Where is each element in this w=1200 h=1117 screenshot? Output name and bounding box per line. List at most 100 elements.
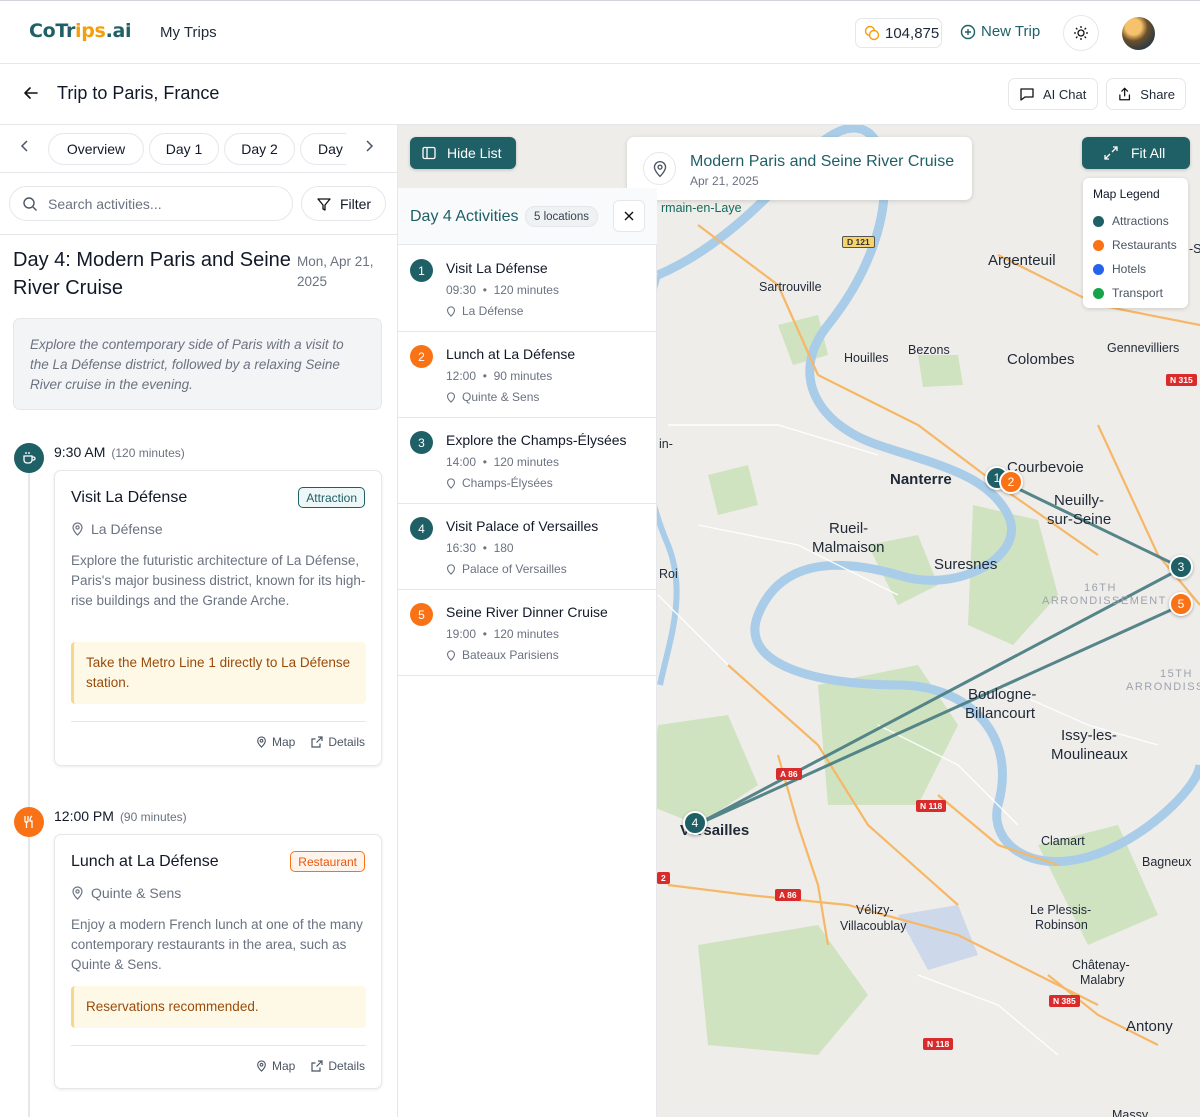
coins-icon bbox=[864, 25, 880, 41]
road-shield: N 118 bbox=[916, 800, 947, 812]
filter-label: Filter bbox=[339, 195, 372, 212]
selected-trip-card: Modern Paris and Seine River Cruise Apr … bbox=[627, 137, 972, 200]
activity-list-item[interactable]: 4 Visit Palace of Versailles 16:30 • 180… bbox=[398, 503, 657, 590]
sidebar-icon bbox=[422, 146, 436, 160]
tab-day-2[interactable]: Day 2 bbox=[224, 133, 295, 165]
tabs-next-button[interactable] bbox=[362, 139, 376, 156]
location-text: Quinte & Sens bbox=[462, 390, 540, 404]
map-label: Suresnes bbox=[934, 556, 998, 573]
legend-label: Transport bbox=[1112, 286, 1163, 300]
map-marker-2[interactable]: 2 bbox=[999, 470, 1023, 494]
ai-chat-button[interactable]: AI Chat bbox=[1008, 78, 1098, 110]
hide-list-label: Hide List bbox=[447, 145, 502, 161]
road-shield: A 86 bbox=[775, 889, 801, 901]
theme-toggle-button[interactable] bbox=[1063, 15, 1099, 51]
road-shield: N 315 bbox=[1166, 374, 1197, 386]
map-link-label: Map bbox=[271, 735, 296, 749]
legend-swatch bbox=[1093, 239, 1104, 251]
activity-list-item[interactable]: 5 Seine River Dinner Cruise 19:00 • 120 … bbox=[398, 589, 657, 676]
map-marker-3[interactable]: 3 bbox=[1169, 555, 1193, 579]
hide-list-button[interactable]: Hide List bbox=[410, 137, 516, 169]
activity-number: 1 bbox=[410, 259, 433, 282]
activity-description: Enjoy a modern French lunch at one of th… bbox=[71, 917, 363, 972]
close-icon bbox=[624, 211, 634, 221]
activities-header: Day 4 Activities 5 locations bbox=[398, 188, 657, 245]
details-link[interactable]: Details bbox=[311, 735, 365, 749]
itinerary-panel: Overview Day 1 Day 2 Day Search activiti… bbox=[0, 125, 398, 1117]
activity-duration: 90 minutes bbox=[493, 369, 553, 383]
map-marker-5[interactable]: 5 bbox=[1169, 592, 1193, 616]
map-label: Nanterre bbox=[890, 471, 952, 488]
close-activities-button[interactable] bbox=[613, 200, 645, 232]
share-button[interactable]: Share bbox=[1106, 78, 1186, 110]
activity-location: La Défense bbox=[446, 304, 523, 318]
map-label: Châtenay- bbox=[1072, 958, 1130, 972]
activity-list-item[interactable]: 3 Explore the Champs-Élysées 14:00 • 120… bbox=[398, 417, 657, 504]
divider bbox=[0, 234, 397, 235]
map-link[interactable]: Map bbox=[256, 735, 295, 749]
filter-button[interactable]: Filter bbox=[301, 186, 386, 221]
activity-card[interactable]: Lunch at La Défense Restaurant Quinte & … bbox=[54, 834, 382, 1089]
map-pin-icon bbox=[257, 1060, 266, 1072]
activity-list-item[interactable]: 2 Lunch at La Défense 12:00 • 90 minutes… bbox=[398, 331, 657, 418]
tab-day-partial[interactable]: Day bbox=[300, 133, 346, 165]
activity-number: 2 bbox=[410, 345, 433, 368]
activity-title: Seine River Dinner Cruise bbox=[446, 604, 608, 620]
selected-trip-title: Modern Paris and Seine River Cruise bbox=[690, 153, 955, 170]
map-marker-4[interactable]: 4 bbox=[683, 811, 707, 835]
selected-trip-date: Apr 21, 2025 bbox=[690, 174, 759, 188]
locations-count-badge: 5 locations bbox=[525, 206, 598, 227]
activity-location: Champs-Élysées bbox=[446, 476, 553, 490]
activity-card[interactable]: Visit La Défense Attraction La Défense E… bbox=[54, 470, 382, 766]
tabs-prev-button[interactable] bbox=[18, 139, 32, 156]
tab-day-1[interactable]: Day 1 bbox=[149, 133, 219, 165]
map-view[interactable]: rmain-en-Laye Sartrouville Argenteuil Ho… bbox=[398, 125, 1200, 1117]
duration-label: (90 minutes) bbox=[119, 810, 187, 824]
activity-time: 19:00 bbox=[446, 627, 477, 641]
activity-title: Visit Palace of Versailles bbox=[446, 518, 599, 534]
tab-overview[interactable]: Overview bbox=[48, 133, 144, 165]
details-link[interactable]: Details bbox=[311, 1059, 365, 1073]
filter-icon bbox=[317, 197, 331, 211]
nav-my-trips[interactable]: My Trips bbox=[160, 24, 217, 41]
logo[interactable]: CoTrips.ai bbox=[29, 20, 132, 42]
map-label: Bezons bbox=[908, 343, 950, 357]
card-actions: Map Details bbox=[256, 735, 365, 749]
map-label: Malmaison bbox=[812, 539, 885, 556]
new-trip-button[interactable]: New Trip bbox=[960, 23, 1040, 40]
category-badge: Restaurant bbox=[290, 851, 365, 872]
activity-title: Lunch at La Défense bbox=[71, 853, 219, 870]
map-label: Sartrouville bbox=[759, 280, 822, 294]
legend-item: Attractions bbox=[1093, 209, 1178, 233]
points-badge[interactable]: 104,875 bbox=[855, 18, 942, 48]
activity-title: Visit La Défense bbox=[446, 260, 548, 276]
timeline-line bbox=[28, 470, 30, 1117]
map-label: Argenteuil bbox=[988, 252, 1056, 269]
search-placeholder: Search activities... bbox=[48, 195, 162, 212]
activity-duration: 180 bbox=[493, 541, 514, 555]
search-input[interactable]: Search activities... bbox=[9, 186, 293, 221]
chevron-right-icon bbox=[366, 140, 374, 152]
activity-duration: 120 minutes bbox=[493, 627, 559, 641]
activity-location: Quinte & Sens bbox=[446, 390, 539, 404]
new-trip-label: New Trip bbox=[981, 23, 1041, 40]
back-button[interactable] bbox=[22, 84, 40, 107]
road-shield: 2 bbox=[657, 872, 670, 884]
share-icon bbox=[1119, 87, 1131, 101]
map-label: Vélizy- bbox=[856, 903, 894, 917]
map-label: Le Plessis- bbox=[1030, 903, 1092, 917]
activity-meta: 14:00 • 120 minutes bbox=[446, 455, 559, 469]
activity-time: 14:00 bbox=[446, 455, 477, 469]
activity-time: 09:30 bbox=[446, 283, 477, 297]
avatar[interactable] bbox=[1122, 17, 1155, 50]
legend-swatch bbox=[1093, 263, 1104, 275]
activity-list-item[interactable]: 1 Visit La Défense 09:30 • 120 minutes L… bbox=[398, 245, 657, 332]
sun-icon bbox=[1074, 26, 1088, 40]
duration-label: (120 minutes) bbox=[111, 446, 185, 460]
map-label: Billancourt bbox=[965, 705, 1036, 722]
map-label: 16TH bbox=[1084, 582, 1117, 594]
day-date: Mon, Apr 21, 2025 bbox=[297, 254, 374, 289]
activity-location: Palace of Versailles bbox=[446, 562, 567, 576]
fit-all-button[interactable]: Fit All bbox=[1082, 137, 1190, 169]
map-link[interactable]: Map bbox=[256, 1059, 295, 1073]
